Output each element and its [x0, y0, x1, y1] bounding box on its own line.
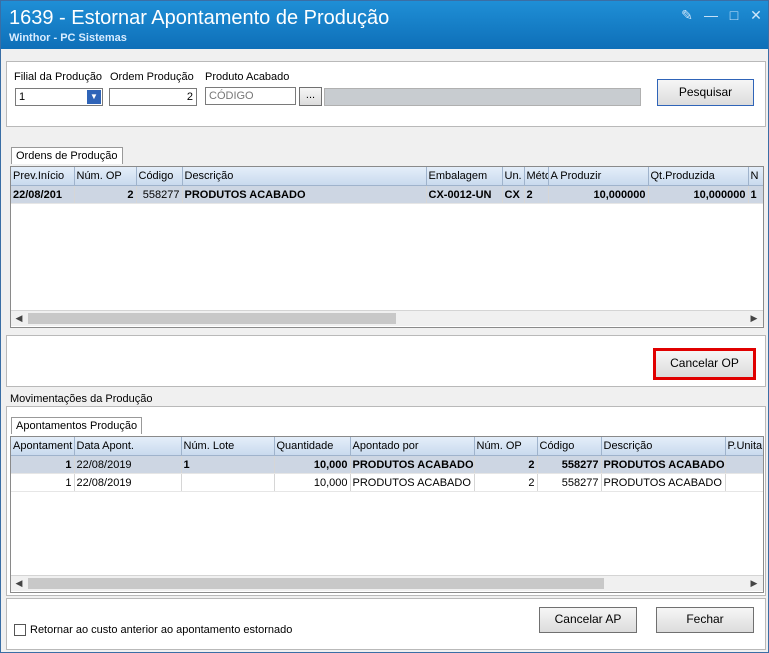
produto-label: Produto Acabado: [205, 71, 290, 83]
column-header[interactable]: N: [748, 167, 763, 186]
table-cell: PRODUTOS ACABADO: [601, 455, 726, 474]
column-header[interactable]: Embalagem: [426, 167, 503, 186]
ordem-input[interactable]: 2: [109, 88, 197, 106]
ordens-horizontal-scrollbar[interactable]: ◀ ▶: [11, 310, 763, 326]
cancel-op-button[interactable]: Cancelar OP: [653, 348, 756, 380]
column-header[interactable]: Qt.Produzida: [648, 167, 749, 186]
ordens-header-row: Prev.Início Núm. OP Código Descrição Emb…: [11, 167, 763, 186]
main-window: 1639 - Estornar Apontamento de Produção …: [0, 0, 769, 653]
close-icon[interactable]: ✕: [747, 7, 765, 23]
table-row[interactable]: 1 22/08/2019 1 10,000 PRODUTOS ACABADO 2…: [11, 455, 763, 474]
search-button[interactable]: Pesquisar: [657, 79, 754, 106]
table-cell: 2: [474, 455, 538, 474]
table-row[interactable]: 22/08/201 2 558277 PRODUTOS ACABADO CX-0…: [11, 185, 763, 204]
table-cell: PRODUTOS ACABADO: [601, 473, 726, 492]
table-cell: 10,000000: [648, 185, 749, 204]
table-cell: 1: [748, 185, 763, 204]
cancel-ap-button[interactable]: Cancelar AP: [539, 607, 637, 633]
table-cell: 2: [474, 473, 538, 492]
column-header[interactable]: Núm. Lote: [181, 437, 275, 456]
filial-select[interactable]: 1 ▼: [15, 88, 103, 106]
column-header[interactable]: Prev.Início: [11, 167, 75, 186]
table-cell: 2: [74, 185, 137, 204]
table-cell: 10,000: [274, 473, 351, 492]
table-cell: 558277: [537, 473, 602, 492]
produto-description-field: [324, 88, 641, 106]
column-header[interactable]: Apontament: [11, 437, 75, 456]
column-header[interactable]: Méto: [524, 167, 549, 186]
table-cell: 22/08/201: [11, 185, 75, 204]
table-cell: 1: [11, 455, 75, 474]
table-row[interactable]: 1 22/08/2019 10,000 PRODUTOS ACABADO 2 5…: [11, 473, 763, 492]
cancel-op-panel: Cancelar OP: [6, 335, 766, 387]
column-header[interactable]: Un.: [502, 167, 525, 186]
apontamentos-horizontal-scrollbar[interactable]: ◀ ▶: [11, 575, 763, 591]
apontamentos-table: Apontament Data Apont. Núm. Lote Quantid…: [11, 437, 763, 492]
apontamentos-header-row: Apontament Data Apont. Núm. Lote Quantid…: [11, 437, 763, 456]
edit-icon[interactable]: ✎: [678, 7, 696, 23]
table-cell: 22/08/2019: [74, 473, 182, 492]
produto-browse-button[interactable]: ...: [299, 87, 322, 106]
produto-code-input[interactable]: CÓDIGO: [205, 87, 296, 105]
table-cell: 558277: [537, 455, 602, 474]
column-header[interactable]: Data Apont.: [74, 437, 182, 456]
column-header[interactable]: Núm. OP: [474, 437, 538, 456]
filial-value: 1: [19, 91, 26, 103]
restore-cost-checkbox[interactable]: [14, 624, 26, 636]
maximize-icon[interactable]: □: [725, 7, 743, 23]
filter-panel: Filial da Produção 1 ▼ Ordem Produção 2 …: [6, 61, 766, 127]
table-cell: [181, 473, 275, 492]
minimize-icon[interactable]: —: [702, 7, 720, 23]
column-header[interactable]: Código: [136, 167, 183, 186]
tab-ordens-producao[interactable]: Ordens de Produção: [11, 147, 123, 164]
table-cell: PRODUTOS ACABADO: [350, 455, 475, 474]
table-cell: CX: [502, 185, 525, 204]
window-title: 1639 - Estornar Apontamento de Produção: [9, 7, 390, 29]
chevron-down-icon[interactable]: ▼: [87, 90, 101, 104]
table-cell: 1: [181, 455, 275, 474]
window-subtitle: Winthor - PC Sistemas: [9, 32, 127, 44]
ordem-label: Ordem Produção: [110, 71, 194, 83]
movimentacoes-panel: Apontamentos Produção Apontament Data Ap…: [6, 406, 766, 596]
scroll-left-icon[interactable]: ◀: [13, 312, 25, 325]
table-cell: [725, 455, 763, 474]
ordens-table: Prev.Início Núm. OP Código Descrição Emb…: [11, 167, 763, 204]
scroll-left-icon[interactable]: ◀: [13, 577, 25, 590]
tab-apontamentos-producao[interactable]: Apontamentos Produção: [11, 417, 143, 434]
table-cell: CX-0012-UN: [426, 185, 503, 204]
close-button[interactable]: Fechar: [656, 607, 754, 633]
column-header[interactable]: A Produzir: [548, 167, 649, 186]
column-header[interactable]: P.Unita: [725, 437, 763, 456]
table-cell: 2: [524, 185, 549, 204]
column-header[interactable]: Quantidade: [274, 437, 351, 456]
movimentacoes-section-label: Movimentações da Produção: [10, 393, 153, 405]
apontamentos-grid: Apontament Data Apont. Núm. Lote Quantid…: [10, 436, 764, 593]
footer-panel: Retornar ao custo anterior ao apontament…: [6, 598, 766, 650]
table-cell: 10,000: [274, 455, 351, 474]
column-header[interactable]: Núm. OP: [74, 167, 137, 186]
column-header[interactable]: Descrição: [601, 437, 726, 456]
table-cell: 1: [11, 473, 75, 492]
column-header[interactable]: Apontado por: [350, 437, 475, 456]
table-cell: PRODUTOS ACABADO: [350, 473, 475, 492]
table-cell: [725, 473, 763, 492]
table-cell: 10,000000: [548, 185, 649, 204]
restore-cost-label: Retornar ao custo anterior ao apontament…: [30, 624, 293, 636]
scrollbar-thumb[interactable]: [28, 578, 604, 589]
scroll-right-icon[interactable]: ▶: [748, 577, 760, 590]
scrollbar-thumb[interactable]: [28, 313, 396, 324]
title-bar: 1639 - Estornar Apontamento de Produção …: [1, 1, 768, 49]
ordens-grid: Prev.Início Núm. OP Código Descrição Emb…: [10, 166, 764, 328]
scroll-right-icon[interactable]: ▶: [748, 312, 760, 325]
table-cell: PRODUTOS ACABADO: [182, 185, 427, 204]
table-cell: 22/08/2019: [74, 455, 182, 474]
filial-label: Filial da Produção: [14, 71, 103, 83]
column-header[interactable]: Descrição: [182, 167, 427, 186]
column-header[interactable]: Código: [537, 437, 602, 456]
table-cell: 558277: [136, 185, 183, 204]
